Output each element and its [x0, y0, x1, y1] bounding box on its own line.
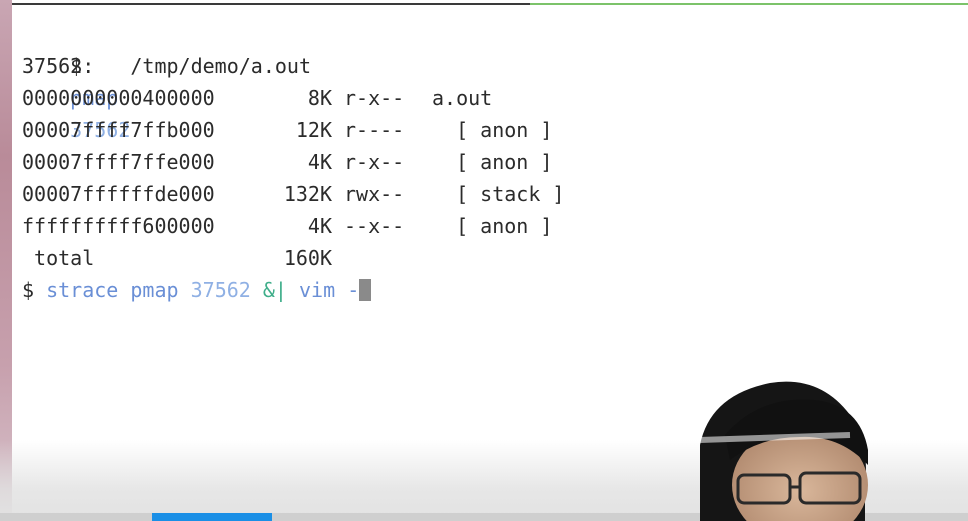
prompt-symbol: $ — [22, 278, 35, 302]
terminal-line-header: 37562: /tmp/demo/a.out — [22, 54, 311, 78]
map-address: 00007ffff7ffe000 — [22, 150, 215, 174]
presenter-video-image — [699, 381, 868, 521]
terminal[interactable]: $ pmap 37562 37562: /tmp/demo/a.out 0000… — [22, 18, 952, 306]
map-mode: r-x-- — [344, 150, 405, 174]
text-cursor — [359, 279, 372, 301]
map-name: a.out — [432, 86, 493, 110]
map-name: [ anon ] — [432, 150, 553, 174]
map-size: 132K — [283, 182, 332, 206]
map-address: 00007ffffffde000 — [22, 182, 215, 206]
map-mode: --x-- — [344, 214, 405, 238]
map-size: 8K — [307, 86, 332, 110]
command-vim: vim — [299, 278, 336, 302]
total-value: 160K — [283, 246, 332, 270]
total-label: total — [22, 246, 95, 270]
command-arg: 37562 — [190, 278, 251, 302]
map-name: [ stack ] — [432, 182, 565, 206]
command-dash: - — [347, 278, 360, 302]
terminal-line-command: $ pmap 37562 — [22, 18, 952, 142]
table-row: 00007ffffffde000 132K rwx-- [ stack ] — [22, 178, 952, 210]
table-row: 00007ffff7ffe000 4K r-x-- [ anon ] — [22, 146, 952, 178]
command-strace: strace — [46, 278, 119, 302]
video-progress-played[interactable] — [152, 513, 272, 521]
map-address: 00007ffff7ffb000 — [22, 118, 215, 142]
map-mode: rwx-- — [344, 182, 405, 206]
map-name: [ anon ] — [432, 214, 553, 238]
map-size: 12K — [295, 118, 332, 142]
map-size: 4K — [307, 150, 332, 174]
webcam-overlay — [690, 375, 890, 521]
map-size: 4K — [307, 214, 332, 238]
terminal-line-input[interactable]: $ strace pmap 37562 &| vim - — [22, 274, 952, 306]
pane-divider-active — [530, 3, 968, 5]
map-mode: r-x-- — [344, 86, 405, 110]
total-row: total 160K — [22, 242, 952, 274]
pipe-operator: &| — [262, 278, 287, 302]
table-row: 0000000000400000 8K r-x-- a.out — [22, 82, 952, 114]
command-pmap: pmap — [130, 278, 179, 302]
map-name: [ anon ] — [432, 118, 553, 142]
table-row: ffffffffff600000 4K --x-- [ anon ] — [22, 210, 952, 242]
map-address: ffffffffff600000 — [22, 214, 215, 238]
pane-divider-left — [12, 3, 530, 5]
map-mode: r---- — [344, 118, 405, 142]
map-address: 0000000000400000 — [22, 86, 215, 110]
table-row: 00007ffff7ffb000 12K r---- [ anon ] — [22, 114, 952, 146]
